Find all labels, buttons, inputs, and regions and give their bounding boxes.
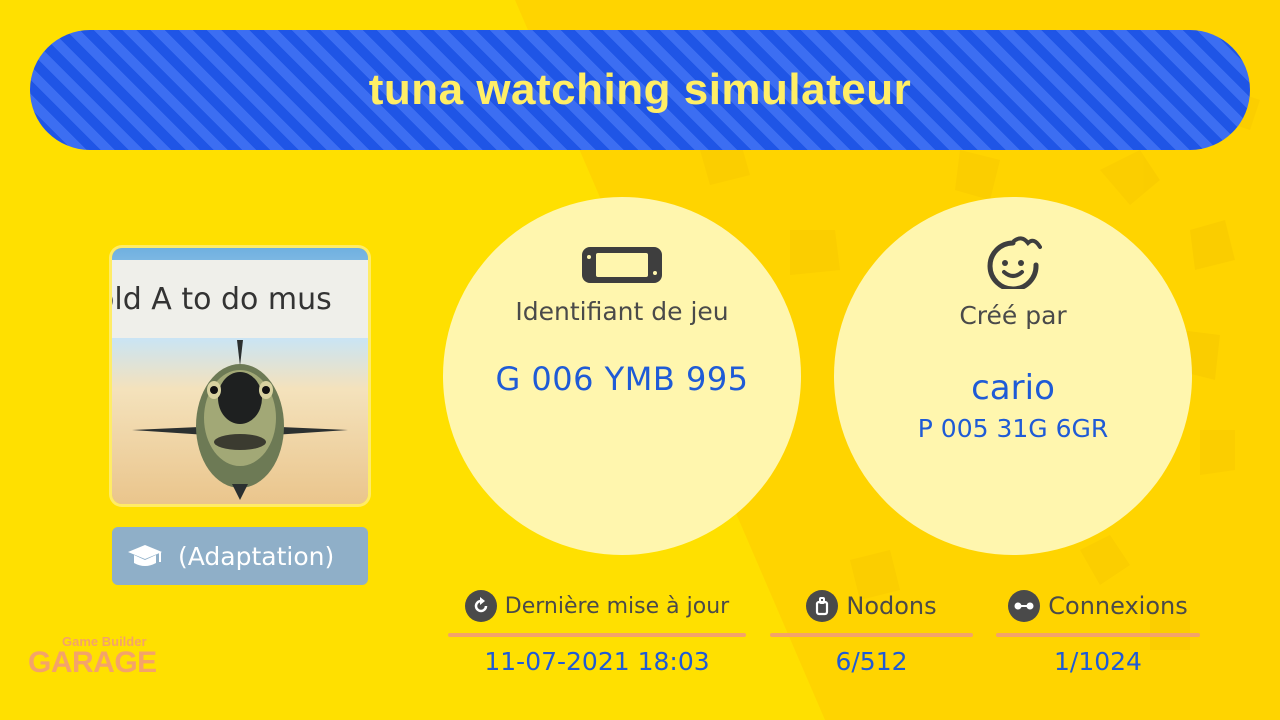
console-icon — [582, 247, 662, 283]
graduation-cap-icon — [128, 545, 162, 566]
tuna-image — [132, 340, 348, 500]
game-builder-garage-logo: Game Builder GARAGE — [28, 632, 168, 686]
game-id-label: Identifiant de jeu — [515, 297, 729, 326]
last-update-stat: Dernière mise à jour 11-07-2021 18:03 — [448, 588, 746, 676]
nodons-divider — [770, 633, 973, 637]
game-id-panel: Identifiant de jeu G 006 YMB 995 — [443, 197, 801, 555]
last-update-label: Dernière mise à jour — [504, 593, 730, 619]
face-icon — [987, 236, 1042, 289]
adaptation-label: (Adaptation) — [178, 541, 335, 571]
connection-icon — [1008, 590, 1041, 622]
game-id-value: G 006 YMB 995 — [495, 360, 749, 398]
connections-label: Connexions — [1048, 592, 1188, 620]
nodons-label: Nodons — [846, 592, 937, 620]
nodons-stat: Nodons 6/512 — [770, 588, 973, 676]
nodon-icon — [806, 590, 839, 622]
creator-name[interactable]: cario — [971, 368, 1055, 408]
last-update-divider — [448, 633, 746, 637]
logo-big-text: GARAGE — [28, 646, 157, 679]
nodons-value: 6/512 — [835, 647, 908, 676]
connections-value: 1/1024 — [1054, 647, 1142, 676]
creator-id: P 005 31G 6GR — [917, 414, 1109, 443]
adaptation-tag: (Adaptation) — [112, 527, 368, 585]
last-update-value: 11-07-2021 18:03 — [484, 647, 710, 676]
title-banner: tuna watching simulateur — [30, 30, 1250, 150]
creator-panel: Créé par cario P 005 31G 6GR — [834, 197, 1192, 555]
refresh-icon — [464, 590, 497, 622]
game-thumbnail: old A to do mus — [112, 248, 368, 504]
connections-stat: Connexions 1/1024 — [996, 588, 1200, 676]
creator-label: Créé par — [959, 301, 1067, 330]
game-title: tuna watching simulateur — [368, 65, 912, 114]
connections-divider — [996, 633, 1200, 637]
